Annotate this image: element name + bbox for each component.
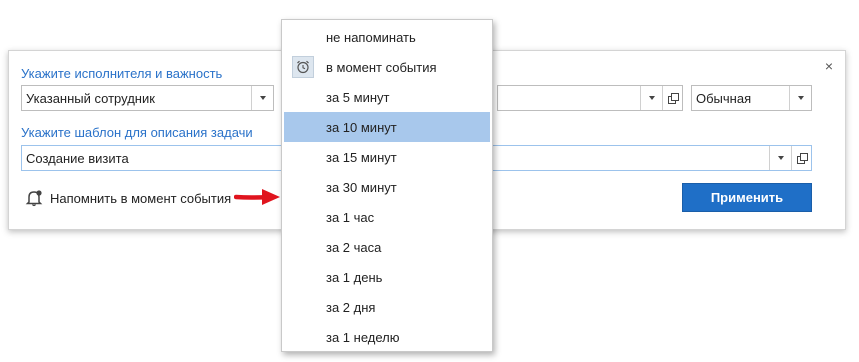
open-window-icon <box>796 153 808 164</box>
menu-item-label: за 1 час <box>326 209 375 225</box>
reminder-dropdown-menu: не напоминать в момент события за 5 мину… <box>281 19 493 352</box>
menu-item-label: за 2 дня <box>326 299 376 315</box>
close-icon[interactable]: × <box>823 59 835 73</box>
menu-item-label: за 10 минут <box>326 119 397 135</box>
menu-item-label: не напоминать <box>326 29 416 45</box>
employee-select[interactable] <box>497 85 683 111</box>
chevron-down-icon <box>648 96 655 100</box>
apply-button[interactable]: Применить <box>682 183 812 212</box>
menu-item-30-min[interactable]: за 30 минут <box>282 172 492 202</box>
employee-open-button[interactable] <box>662 86 682 110</box>
alarm-clock-icon <box>292 56 314 78</box>
executor-dropdown-button[interactable] <box>251 86 273 110</box>
menu-item-1-week[interactable]: за 1 неделю <box>282 322 492 352</box>
menu-item-label: за 2 часа <box>326 239 382 255</box>
employee-dropdown-button[interactable] <box>640 86 662 110</box>
menu-item-label: за 5 минут <box>326 89 390 105</box>
menu-item-1-day[interactable]: за 1 день <box>282 262 492 292</box>
menu-item-no-remind[interactable]: не напоминать <box>282 22 492 52</box>
chevron-down-icon <box>797 96 804 100</box>
reminder-toggle[interactable]: Напомнить в момент события <box>25 189 231 207</box>
menu-item-15-min[interactable]: за 15 минут <box>282 142 492 172</box>
importance-select[interactable]: Обычная <box>691 85 812 111</box>
bell-icon <box>25 190 43 207</box>
menu-item-2-hours[interactable]: за 2 часа <box>282 232 492 262</box>
executor-value: Указанный сотрудник <box>26 90 155 106</box>
menu-item-label: в момент события <box>326 59 437 75</box>
menu-item-5-min[interactable]: за 5 минут <box>282 82 492 112</box>
template-open-button[interactable] <box>791 146 811 170</box>
importance-value: Обычная <box>696 90 752 106</box>
menu-item-label: за 1 неделю <box>326 329 400 345</box>
executor-select[interactable]: Указанный сотрудник <box>21 85 274 111</box>
reminder-label: Напомнить в момент события <box>50 190 232 206</box>
chevron-down-icon <box>777 156 784 160</box>
template-label: Укажите шаблон для описания задачи <box>21 125 253 140</box>
menu-item-2-days[interactable]: за 2 дня <box>282 292 492 322</box>
menu-item-1-hour[interactable]: за 1 час <box>282 202 492 232</box>
menu-item-label: за 15 минут <box>326 149 397 165</box>
open-window-icon <box>667 93 679 104</box>
menu-item-label: за 30 минут <box>326 179 397 195</box>
executor-label: Укажите исполнителя и важность <box>21 66 223 81</box>
importance-dropdown-button[interactable] <box>789 86 811 110</box>
menu-item-label: за 1 день <box>326 269 383 285</box>
template-dropdown-button[interactable] <box>769 146 791 170</box>
menu-item-at-event[interactable]: в момент события <box>282 52 492 82</box>
menu-item-10-min[interactable]: за 10 минут <box>284 112 490 142</box>
chevron-down-icon <box>259 96 266 100</box>
red-arrow-icon <box>234 189 280 205</box>
